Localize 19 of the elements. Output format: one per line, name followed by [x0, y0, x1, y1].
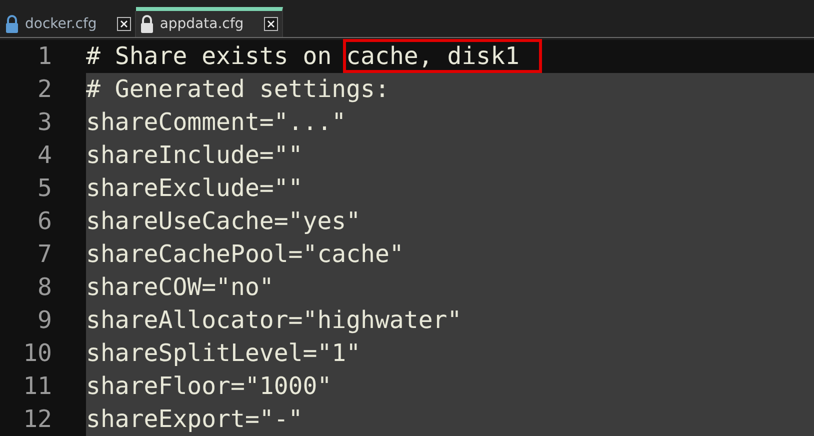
line-number: 3: [0, 106, 86, 139]
close-icon[interactable]: [264, 17, 278, 31]
lock-icon: [5, 15, 19, 33]
line-number: 12: [0, 403, 86, 436]
line-number: 4: [0, 139, 86, 172]
line-number: 8: [0, 271, 86, 304]
line-number: 5: [0, 172, 86, 205]
highlight-box: cache, disk1: [343, 39, 542, 73]
close-icon[interactable]: [116, 17, 131, 31]
lock-icon: [140, 15, 154, 33]
line-number: 6: [0, 205, 86, 238]
line-number: 2: [0, 73, 86, 106]
line-number: 1: [0, 40, 86, 73]
file-tab[interactable]: docker.cfg: [1, 11, 136, 37]
line-number: 10: [0, 337, 86, 370]
line-number: 9: [0, 304, 86, 337]
file-tab[interactable]: appdata.cfg: [136, 7, 283, 37]
line-number: 7: [0, 238, 86, 271]
line-number: 11: [0, 370, 86, 403]
